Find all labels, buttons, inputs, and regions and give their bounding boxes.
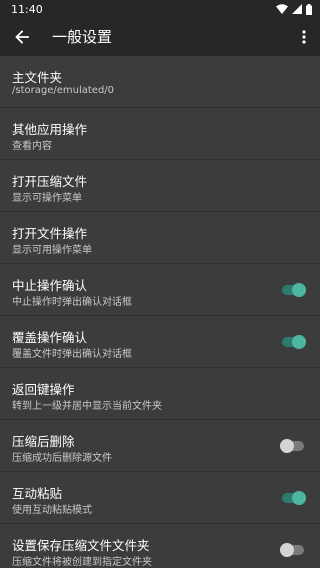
status-time: 11:40 [11,2,43,16]
setting-subtitle: 查看内容 [12,141,52,152]
setting-title: 中止操作确认 [12,278,88,293]
more-vert-icon [302,30,306,44]
setting-home-folder[interactable]: 主文件夹 /storage/emulated/0 [0,56,320,108]
setting-archive-save-folder[interactable]: 设置保存压缩文件文件夹 压缩文件将被创建到指定文件夹 [0,524,320,568]
setting-subtitle: 显示可用操作菜单 [12,245,92,256]
setting-title: 互动粘贴 [12,486,63,501]
setting-title: 设置保存压缩文件文件夹 [12,538,150,553]
page-title: 一般设置 [52,28,113,46]
status-icons [276,3,312,15]
setting-title: 其他应用操作 [12,122,88,137]
toggle-switch[interactable] [280,335,306,349]
app-bar: 一般设置 [0,18,320,56]
setting-subtitle: 中止操作时弹出确认对话框 [12,297,132,308]
setting-title: 返回键操作 [12,382,75,397]
setting-title: 覆盖操作确认 [12,330,88,345]
setting-subtitle: 覆盖文件时弹出确认对话框 [12,349,132,360]
setting-delete-after-compress[interactable]: 压缩后删除 压缩成功后删除源文件 [0,420,320,472]
settings-list: 主文件夹 /storage/emulated/0 其他应用操作 查看内容 打开压… [0,56,320,568]
toggle-switch[interactable] [280,543,306,557]
setting-back-key-action[interactable]: 返回键操作 转到上一级并居中显示当前文件夹 [0,368,320,420]
setting-title: 主文件夹 [12,70,63,85]
more-options-button[interactable] [292,23,316,51]
setting-subtitle: 压缩成功后删除源文件 [12,453,112,464]
toggle-switch[interactable] [280,439,306,453]
cellular-signal-icon [292,4,302,14]
setting-subtitle: 压缩文件将被创建到指定文件夹 [12,557,152,568]
setting-title: 压缩后删除 [12,434,75,449]
setting-subtitle: 显示可操作菜单 [12,193,82,204]
setting-overwrite-confirm[interactable]: 覆盖操作确认 覆盖文件时弹出确认对话框 [0,316,320,368]
setting-subtitle: 转到上一级并居中显示当前文件夹 [12,401,162,412]
setting-subtitle: /storage/emulated/0 [12,85,115,96]
toggle-switch[interactable] [280,491,306,505]
setting-subtitle: 使用互动粘贴模式 [12,505,92,516]
setting-abort-confirm[interactable]: 中止操作确认 中止操作时弹出确认对话框 [0,264,320,316]
setting-title: 打开压缩文件 [12,174,88,189]
setting-interactive-paste[interactable]: 互动粘贴 使用互动粘贴模式 [0,472,320,524]
arrow-back-icon [15,30,29,44]
status-bar: 11:40 [0,0,320,18]
back-button[interactable] [8,23,36,51]
setting-title: 打开文件操作 [12,226,88,241]
setting-other-app-action[interactable]: 其他应用操作 查看内容 [0,108,320,160]
setting-open-archive[interactable]: 打开压缩文件 显示可操作菜单 [0,160,320,212]
toggle-switch[interactable] [280,283,306,297]
setting-open-file-action[interactable]: 打开文件操作 显示可用操作菜单 [0,212,320,264]
wifi-icon [276,4,288,14]
battery-icon [306,3,312,15]
